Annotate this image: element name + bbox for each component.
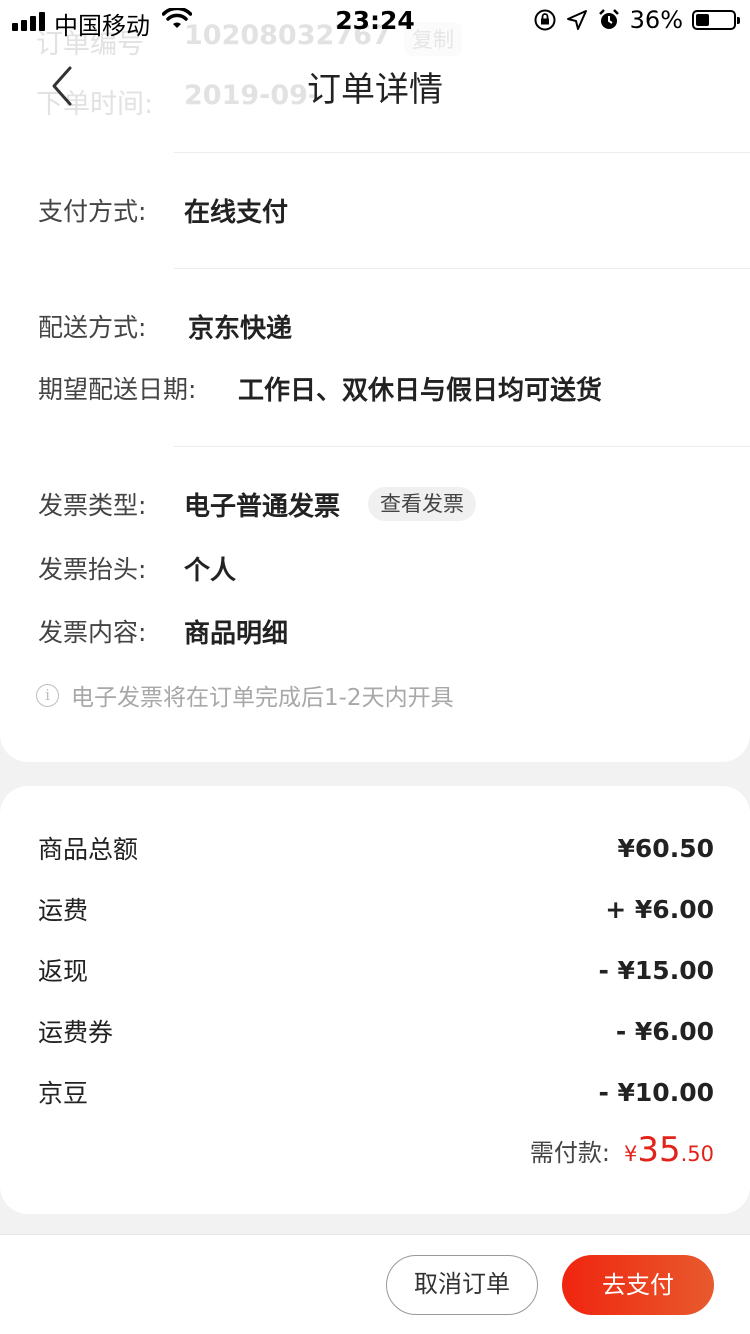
invoice-content-value: 商品明细 [184,618,289,649]
invoice-content-row: 发票内容: 商品明细 [38,611,288,651]
rotation-lock-icon [534,9,556,31]
delivery-method-value: 京东快递 [188,313,293,344]
invoice-title-value: 个人 [184,555,237,586]
view-invoice-button[interactable]: 查看发票 [368,487,477,521]
divider [174,268,750,269]
amount-row: 运费 + ¥6.00 [38,889,714,929]
amount-value: ¥60.50 [617,833,714,863]
delivery-date-row: 期望配送日期: 工作日、双休日与假日均可送货 [38,368,602,408]
delivery-method-label: 配送方式: [38,313,147,342]
status-bar: 中国移动 23:24 36% [0,0,750,40]
divider [174,152,750,153]
delivery-method-row: 配送方式: 京东快递 [38,306,292,346]
amount-value: - ¥10.00 [598,1077,714,1107]
invoice-note: i 电子发票将在订单完成后1-2天内开具 [36,678,454,712]
invoice-title-row: 发票抬头: 个人 [38,548,236,588]
location-icon [566,10,587,30]
invoice-title-label: 发票抬头: [38,555,147,584]
total-label: 需付款: [529,1139,610,1167]
invoice-note-text: 电子发票将在订单完成后1-2天内开具 [71,685,454,711]
total-amount-decimal: .50 [680,1142,714,1166]
total-currency: ¥ [623,1142,638,1166]
delivery-date-value: 工作日、双休日与假日均可送货 [238,375,603,406]
delivery-date-label: 期望配送日期: [38,375,197,404]
amount-label: 返现 [38,957,89,986]
total-amount-integer: 35 [637,1130,681,1170]
amount-row: 商品总额 ¥60.50 [38,828,714,868]
amount-row: 京豆 - ¥10.00 [38,1072,714,1112]
cancel-order-button[interactable]: 取消订单 [386,1255,538,1315]
amount-label: 运费券 [38,1018,114,1047]
payment-value: 在线支付 [184,197,289,228]
payment-row: 支付方式: 在线支付 [38,190,288,230]
bottom-action-bar: 取消订单 去支付 [0,1234,750,1334]
amount-value: - ¥15.00 [598,955,714,985]
amount-label: 商品总额 [38,835,139,864]
invoice-content-label: 发票内容: [38,618,147,647]
total-row: 需付款: ¥ 35 .50 [530,1130,714,1170]
payment-label: 支付方式: [38,197,147,226]
amount-label: 京豆 [38,1079,89,1108]
amount-value: - ¥6.00 [615,1016,714,1046]
divider [174,446,750,447]
page-title: 订单详情 [307,70,443,110]
amount-row: 运费券 - ¥6.00 [38,1011,714,1051]
invoice-type-label: 发票类型: [38,491,147,520]
battery-percent: 36% [629,6,683,34]
amount-row: 返现 - ¥15.00 [38,950,714,990]
battery-level [696,14,709,26]
pay-button[interactable]: 去支付 [562,1255,714,1315]
alarm-icon [598,9,619,29]
info-icon: i [36,683,59,707]
amount-label: 运费 [38,896,89,925]
invoice-type-value: 电子普通发票 [184,491,341,522]
battery-icon [692,10,740,30]
invoice-type-row: 发票类型: 电子普通发票 查看发票 [38,484,477,524]
amount-value: + ¥6.00 [605,894,714,924]
